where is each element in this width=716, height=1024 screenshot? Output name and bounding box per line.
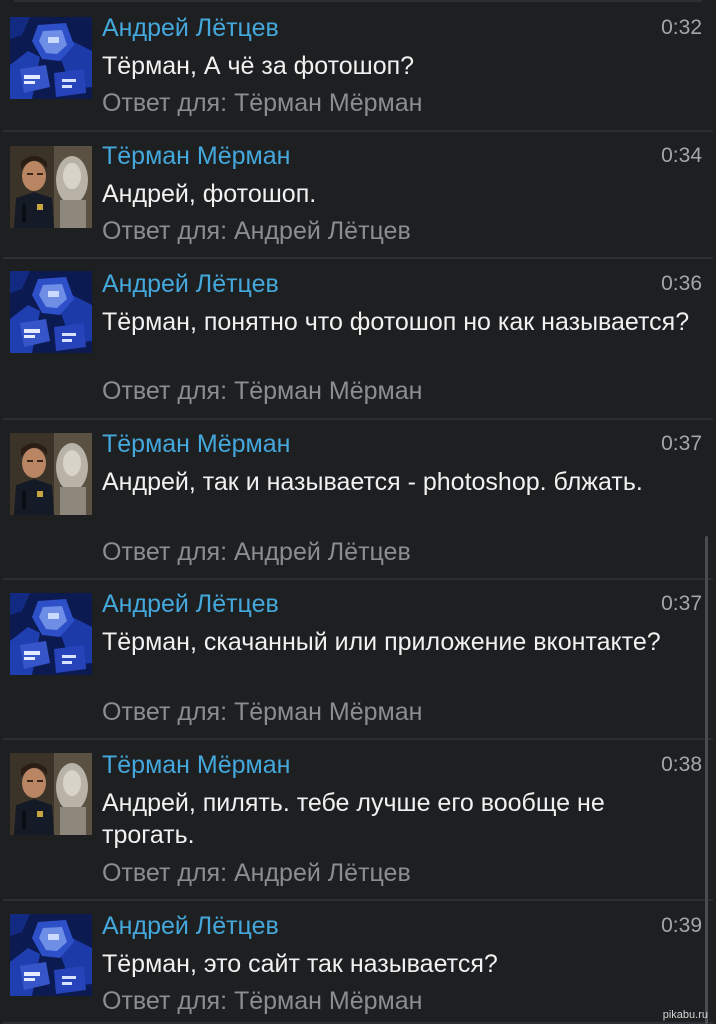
author-name[interactable]: Тёрман Мёрман: [102, 750, 290, 780]
vertical-scrollbar[interactable]: [705, 536, 708, 1024]
blue-robot-avatar-icon: [10, 17, 92, 99]
comment-time: 0:39: [661, 914, 702, 937]
author-avatar[interactable]: [10, 593, 92, 675]
comment-item[interactable]: Тёрман Мёрман 0:38 Андрей, пилять. тебе …: [0, 740, 716, 901]
comment-text: Тёрман, скачанный или приложение вконтак…: [102, 628, 661, 656]
reply-to-link[interactable]: Ответ для: Тёрман Мёрман: [102, 376, 422, 406]
reply-to-link[interactable]: Ответ для: Андрей Лётцев: [102, 216, 411, 246]
comments-feed: Андрей Лётцев 0:32 Тёрман, А чё за фотош…: [0, 0, 716, 1024]
comment-text: Андрей, фотошоп.: [102, 180, 317, 208]
comment-item[interactable]: Тёрман Мёрман 0:37 Андрей, так и называе…: [0, 420, 716, 580]
watermark: pikabu.ru: [662, 1009, 708, 1021]
reply-to-link[interactable]: Ответ для: Тёрман Мёрман: [102, 986, 422, 1016]
blue-robot-avatar-icon: [10, 593, 92, 675]
author-name[interactable]: Тёрман Мёрман: [102, 429, 290, 459]
comment-text: Тёрман, А чё за фотошоп?: [102, 52, 415, 80]
author-name[interactable]: Андрей Лётцев: [102, 269, 279, 299]
reply-to-link[interactable]: Ответ для: Андрей Лётцев: [102, 537, 411, 567]
police-officer-avatar-icon: [10, 433, 92, 515]
author-avatar[interactable]: [10, 753, 92, 835]
comment-text: Андрей, так и называется - photoshop. бл…: [102, 468, 643, 496]
comment-time: 0:37: [661, 432, 702, 455]
comment-item[interactable]: Тёрман Мёрман 0:34 Андрей, фотошоп. Отве…: [0, 132, 716, 259]
comment-time: 0:36: [661, 272, 702, 295]
comment-text: Андрей, пилять. тебе лучше его вообще не…: [102, 789, 605, 849]
comment-item[interactable]: Андрей Лётцев 0:32 Тёрман, А чё за фотош…: [0, 0, 716, 132]
comment-text: Тёрман, это сайт так называется?: [102, 950, 498, 978]
author-avatar[interactable]: [10, 914, 92, 996]
reply-to-link[interactable]: Ответ для: Андрей Лётцев: [102, 858, 411, 888]
comment-time: 0:32: [661, 16, 702, 39]
author-name[interactable]: Тёрман Мёрман: [102, 141, 290, 171]
comment-time: 0:38: [661, 753, 702, 776]
author-avatar[interactable]: [10, 17, 92, 99]
author-avatar[interactable]: [10, 433, 92, 515]
comment-time: 0:34: [661, 144, 702, 167]
comment-item[interactable]: Андрей Лётцев 0:36 Тёрман, понятно что ф…: [0, 259, 716, 420]
author-name[interactable]: Андрей Лётцев: [102, 13, 279, 43]
reply-to-link[interactable]: Ответ для: Тёрман Мёрман: [102, 697, 422, 727]
blue-robot-avatar-icon: [10, 914, 92, 996]
comment-item[interactable]: Андрей Лётцев 0:37 Тёрман, скачанный или…: [0, 580, 716, 740]
author-avatar[interactable]: [10, 146, 92, 228]
reply-to-link[interactable]: Ответ для: Тёрман Мёрман: [102, 88, 422, 118]
author-name[interactable]: Андрей Лётцев: [102, 911, 279, 941]
author-name[interactable]: Андрей Лётцев: [102, 589, 279, 619]
comment-time: 0:37: [661, 592, 702, 615]
police-officer-avatar-icon: [10, 753, 92, 835]
comment-item[interactable]: Андрей Лётцев 0:39 Тёрман, это сайт так …: [0, 901, 716, 1024]
comment-text: Тёрман, понятно что фотошоп но как назыв…: [102, 308, 690, 336]
author-avatar[interactable]: [10, 271, 92, 353]
police-officer-avatar-icon: [10, 146, 92, 228]
blue-robot-avatar-icon: [10, 271, 92, 353]
